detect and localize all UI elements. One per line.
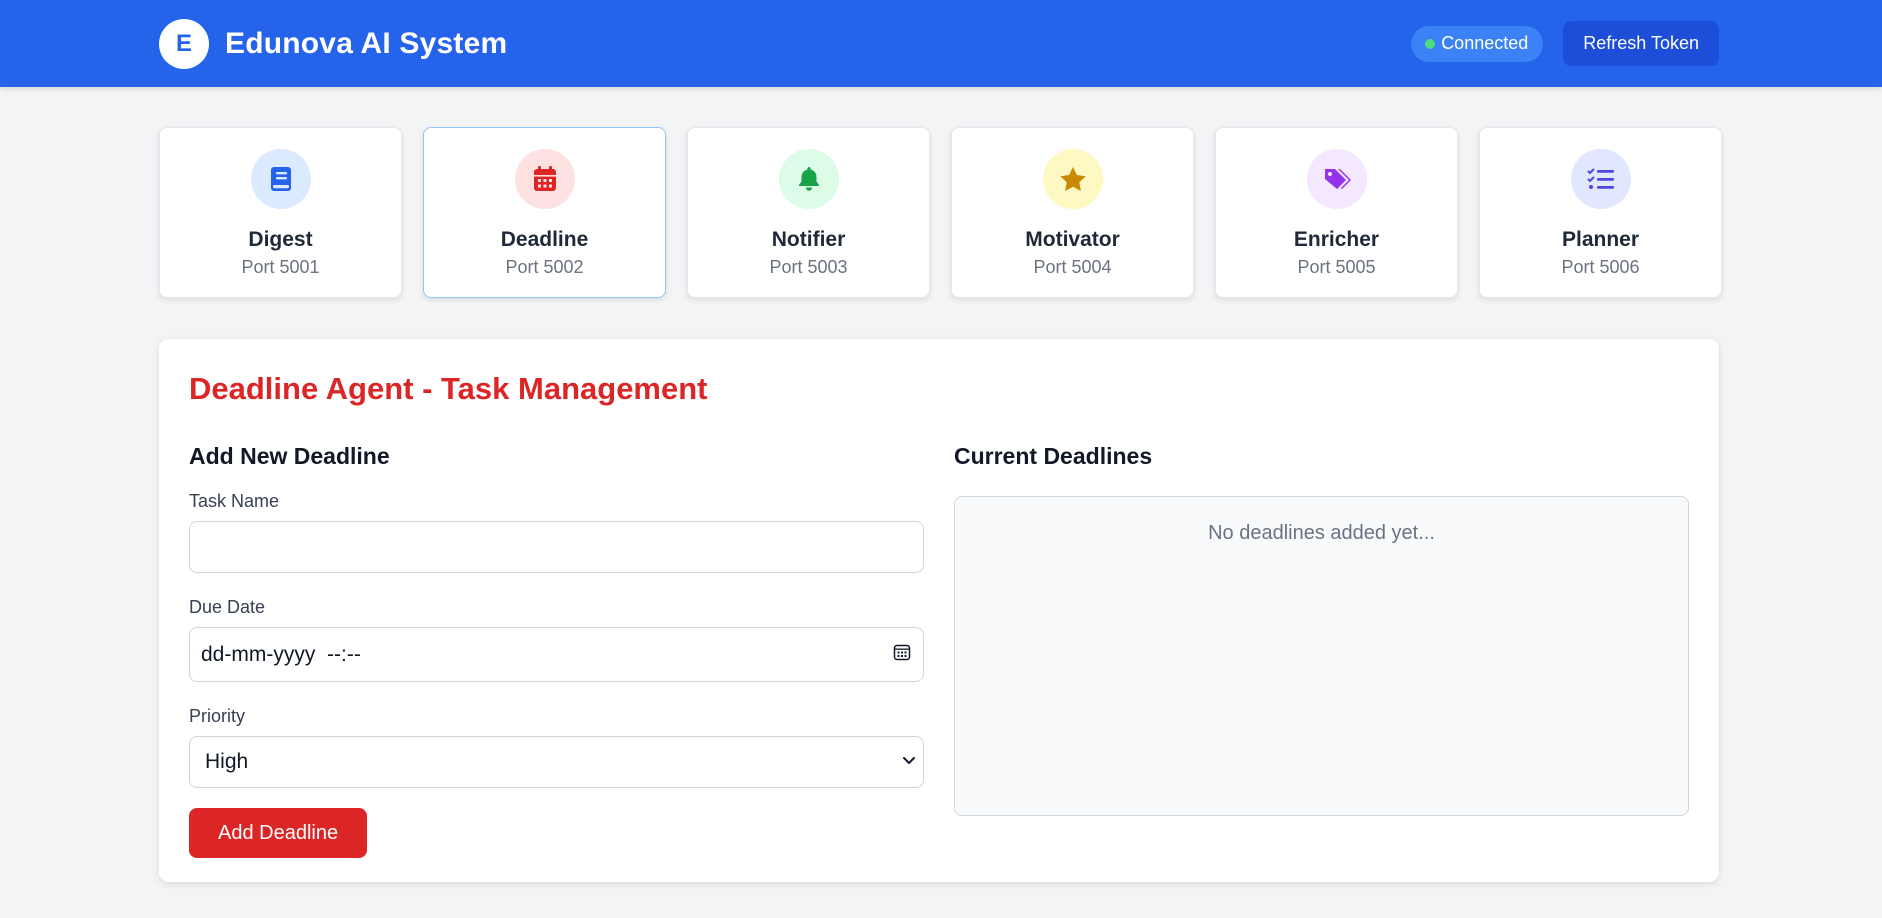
star-icon: [1042, 149, 1103, 209]
tags-icon: [1306, 149, 1367, 209]
app-title: Edunova AI System: [225, 26, 508, 60]
agent-port: Port 5004: [1033, 257, 1112, 277]
refresh-token-button[interactable]: Refresh Token: [1563, 21, 1719, 66]
chevron-down-icon: [901, 750, 917, 774]
brand: E Edunova AI System: [159, 18, 508, 69]
agent-name: Digest: [248, 228, 313, 251]
agent-card-motivator[interactable]: Motivator Port 5004: [951, 127, 1194, 298]
agent-port: Port 5005: [1297, 257, 1376, 277]
agent-card-planner[interactable]: Planner Port 5006: [1479, 127, 1722, 298]
app-logo: E: [159, 18, 209, 69]
status-dot-icon: [1425, 38, 1436, 49]
agent-port: Port 5006: [1561, 257, 1640, 277]
task-name-input[interactable]: [189, 521, 924, 573]
deadline-agent-panel: Deadline Agent - Task Management Add New…: [159, 339, 1719, 882]
due-date-input[interactable]: dd-mm-yyyy --:--: [189, 627, 924, 682]
header-actions: Connected Refresh Token: [1411, 21, 1719, 66]
connection-status-text: Connected: [1441, 33, 1529, 53]
deadlines-list: No deadlines added yet...: [954, 496, 1689, 816]
agent-card-deadline[interactable]: Deadline Port 5002: [423, 127, 666, 298]
agent-name: Motivator: [1025, 228, 1120, 251]
priority-selected-value: High: [205, 750, 249, 773]
deadlines-heading: Current Deadlines: [954, 443, 1153, 469]
priority-label: Priority: [189, 706, 246, 726]
connection-status-badge: Connected: [1411, 25, 1544, 62]
task-name-label: Task Name: [189, 491, 280, 511]
agent-card-enricher[interactable]: Enricher Port 5005: [1215, 127, 1458, 298]
top-navbar: E Edunova AI System Connected Refresh To…: [0, 0, 1882, 87]
navbar-content: E Edunova AI System Connected Refresh To…: [159, 0, 1719, 87]
due-date-placeholder: dd-mm-yyyy --:--: [201, 642, 361, 666]
agent-name: Notifier: [771, 228, 846, 251]
calendar-picker-icon[interactable]: [893, 643, 911, 667]
current-deadlines-section: Current Deadlines No deadlines added yet…: [954, 443, 1689, 816]
add-deadline-form: Add New Deadline Task Name Due Date dd-m…: [189, 443, 924, 858]
priority-select[interactable]: High: [189, 736, 924, 788]
agent-port: Port 5003: [769, 257, 848, 277]
book-icon: [250, 149, 311, 209]
agent-card-digest[interactable]: Digest Port 5001: [159, 127, 402, 298]
bell-icon: [778, 149, 839, 209]
due-date-label: Due Date: [189, 597, 266, 617]
agent-cards: Digest Port 5001 Deadline Port 5002 Noti…: [159, 127, 1722, 298]
agent-name: Enricher: [1293, 228, 1380, 251]
calendar-icon: [514, 149, 575, 209]
empty-state-text: No deadlines added yet...: [1208, 522, 1435, 544]
agent-name: Deadline: [500, 228, 589, 251]
agent-port: Port 5001: [241, 257, 320, 277]
list-check-icon: [1570, 149, 1631, 209]
agent-name: Planner: [1561, 228, 1640, 251]
agent-card-notifier[interactable]: Notifier Port 5003: [687, 127, 930, 298]
panel-title: Deadline Agent - Task Management: [189, 371, 708, 406]
form-heading: Add New Deadline: [189, 443, 390, 469]
add-deadline-button[interactable]: Add Deadline: [189, 808, 368, 858]
agent-port: Port 5002: [505, 257, 584, 277]
